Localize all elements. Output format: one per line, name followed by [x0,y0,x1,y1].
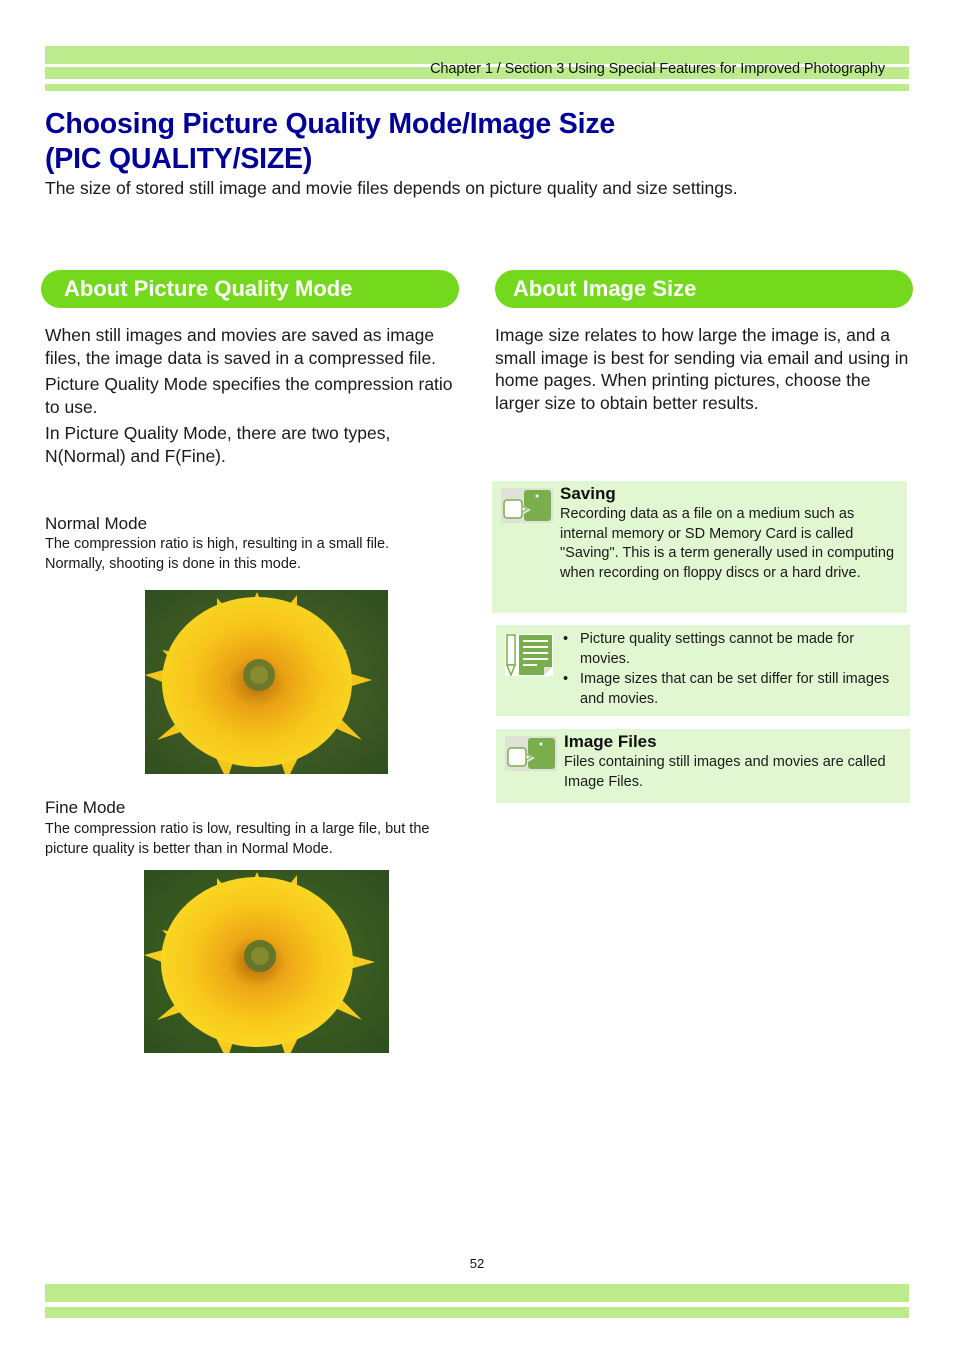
memo-pencil-icon [505,634,553,681]
footer-band-top [45,1284,909,1302]
note-title: Image Files [564,732,657,751]
paragraph: Picture Quality Mode specifies the compr… [45,374,453,417]
page-title-line-1: Choosing Picture Quality Mode/Image Size [45,108,616,140]
memo-note: Picture quality settings cannot be made … [496,625,910,716]
glossary-note-image-files: Image Files Files containing still image… [496,729,910,803]
page-subtitle: The size of stored still image and movie… [45,178,738,198]
section-heading-label: About Picture Quality Mode [64,276,353,301]
paragraph: When still images and movies are saved a… [45,325,437,368]
sunflower-photo-fine [144,870,389,1053]
paragraph: Image size relates to how large the imag… [495,325,909,413]
normal-mode-title: Normal Mode [45,514,148,533]
glossary-note-saving: Saving Recording data as a file on a med… [492,481,907,613]
note-text: Files containing still images and movies… [564,754,886,790]
glossary-speech-bubble-icon [501,488,553,528]
note-title: Saving [560,484,616,503]
fine-mode-description: The compression ratio is low, resulting … [45,821,430,857]
list-item: Image sizes that can be set differ for s… [563,669,898,709]
page-title-line-2: (PIC QUALITY/SIZE) [45,143,313,175]
footer-band-bottom [45,1307,909,1318]
picture-quality-intro: When still images and movies are saved a… [45,324,460,471]
section-heading-picture-quality: About Picture Quality Mode [41,270,459,308]
sunflower-photo-normal [145,590,388,774]
paragraph: In Picture Quality Mode, there are two t… [45,423,391,466]
glossary-speech-bubble-icon [505,736,557,776]
page-title: Choosing Picture Quality Mode/Image Size… [45,107,615,177]
fine-mode-title: Fine Mode [45,798,126,817]
header-band-bottom [45,84,909,91]
section-heading-image-size: About Image Size [495,270,913,308]
page-number: 52 [469,1256,485,1271]
chapter-breadcrumb: Chapter 1 / Section 3 Using Special Feat… [430,61,885,77]
image-size-intro: Image size relates to how large the imag… [495,324,910,418]
memo-list: Picture quality settings cannot be made … [563,629,898,709]
list-item: Picture quality settings cannot be made … [563,629,898,669]
note-text: Recording data as a file on a medium suc… [560,506,895,581]
normal-mode-description: The compression ratio is high, resulting… [45,536,390,572]
section-heading-label: About Image Size [513,276,697,301]
sunflower-image [144,870,389,1053]
sunflower-image [145,590,388,774]
